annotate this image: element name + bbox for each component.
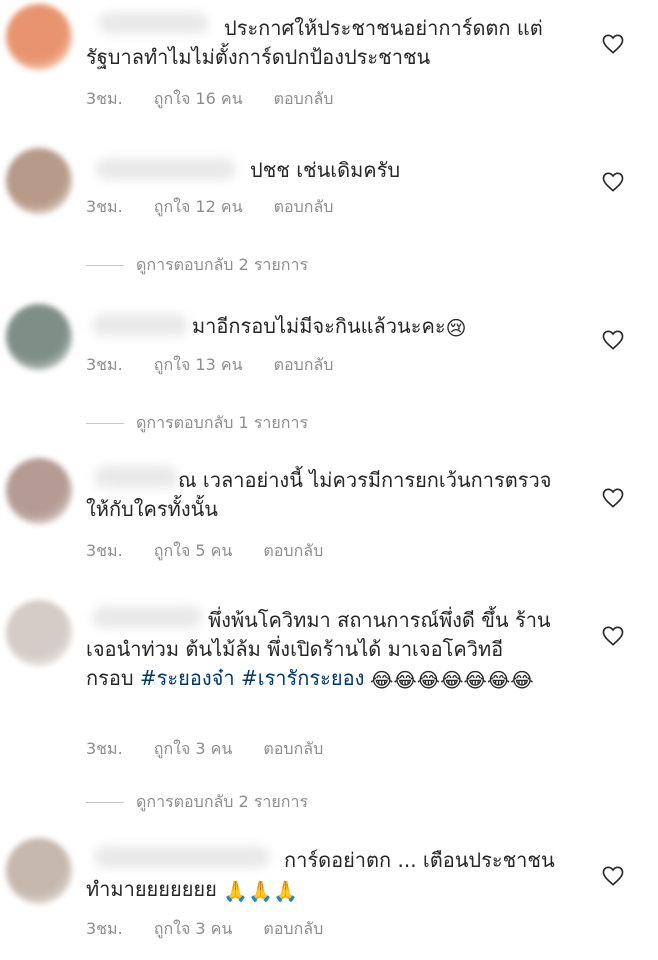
comment-line: การ์ดอย่าตก ... เตือนประชาชน — [284, 848, 555, 872]
avatar[interactable] — [6, 304, 72, 370]
comment-meta: 3ชม. ถูกใจ 3 คน ตอบกลับ — [86, 917, 349, 942]
reply-button[interactable]: ตอบกลับ — [263, 739, 323, 758]
heart-icon[interactable] — [602, 626, 624, 646]
comment-line: เจอนำท่วม ต้นไม้ล้ม พึ่งเปิดร้านได้ มาเจ… — [86, 637, 504, 661]
avatar[interactable] — [6, 148, 72, 214]
comment-line: มาอีกรอบไม่มีจะกินแล้วนะคะ — [192, 314, 446, 338]
hashtag-link[interactable]: #ระยองจ๋า — [140, 666, 235, 690]
view-replies-button[interactable]: ดูการตอบกลับ 2 รายการ — [86, 790, 308, 815]
heart-icon[interactable] — [602, 488, 624, 508]
comment-meta: 3ชม. ถูกใจ 13 คน ตอบกลับ — [86, 353, 359, 378]
divider-line — [86, 423, 124, 424]
comment-time: 3ชม. — [86, 919, 123, 938]
like-count[interactable]: ถูกใจ 12 คน — [154, 197, 243, 216]
praying-hands-emoji: 🙏🙏🙏 — [223, 878, 298, 903]
comment-meta: 3ชม. ถูกใจ 3 คน ตอบกลับ — [86, 737, 349, 762]
comment-line-wrap: ทำมายยยยยยย 🙏🙏🙏 — [86, 875, 586, 904]
comment-text: ณ เวลาอย่างนี้ ไม่ควรมีการยกเว้นการตรวจ … — [86, 466, 586, 524]
view-replies-label: ดูการตอบกลับ 1 รายการ — [136, 413, 309, 432]
comment-time: 3ชม. — [86, 541, 123, 560]
reply-button[interactable]: ตอบกลับ — [263, 919, 323, 938]
heart-icon[interactable] — [602, 172, 624, 192]
view-replies-label: ดูการตอบกลับ 2 รายการ — [136, 792, 309, 811]
comment-text: มาอีกรอบไม่มีจะกินแล้วนะคะ😢 — [86, 312, 586, 341]
reply-button[interactable]: ตอบกลับ — [274, 89, 334, 108]
heart-icon[interactable] — [602, 866, 624, 886]
heart-icon[interactable] — [602, 34, 624, 54]
avatar[interactable] — [6, 838, 72, 904]
reply-button[interactable]: ตอบกลับ — [274, 355, 334, 374]
like-count[interactable]: ถูกใจ 3 คน — [154, 919, 233, 938]
comment-text: ประกาศให้ประชาชนอย่าการ์ดตก แต่ รัฐบาลทำ… — [86, 14, 586, 72]
avatar[interactable] — [6, 600, 72, 666]
view-replies-label: ดูการตอบกลับ 2 รายการ — [136, 255, 309, 274]
heart-icon[interactable] — [602, 330, 624, 350]
crying-emoji: 😢 — [445, 315, 467, 340]
laughing-emojis: 😂😂😂😂😂😂😂 — [370, 668, 534, 692]
avatar[interactable] — [6, 4, 72, 70]
comment-time: 3ชม. — [86, 197, 123, 216]
comment-line: พึ่งพ้นโควิทมา สถานการณ์พึ่งดี ขึ้น ร้าน — [208, 608, 551, 632]
like-count[interactable]: ถูกใจ 16 คน — [154, 89, 243, 108]
comment-line: ณ เวลาอย่างนี้ ไม่ควรมีการยกเว้นการตรวจ — [178, 468, 552, 492]
emoji-block: 😂😂😂😂😂😂😂 — [370, 665, 570, 695]
comment-line: กรอบ — [86, 666, 134, 690]
comment-line: ประกาศให้ประชาชนอย่าการ์ดตก แต่ — [224, 16, 543, 40]
like-count[interactable]: ถูกใจ 5 คน — [154, 541, 233, 560]
hashtag-link[interactable]: #เรารักระยอง — [241, 666, 364, 690]
comment-meta: 3ชม. ถูกใจ 16 คน ตอบกลับ — [86, 87, 359, 112]
reply-button[interactable]: ตอบกลับ — [263, 541, 323, 560]
comment-text: การ์ดอย่าตก ... เตือนประชาชน ทำมายยยยยยย… — [86, 846, 586, 904]
comment-line-wrap: มาอีกรอบไม่มีจะกินแล้วนะคะ😢 — [86, 312, 586, 341]
like-count[interactable]: ถูกใจ 3 คน — [154, 739, 233, 758]
reply-button[interactable]: ตอบกลับ — [274, 197, 334, 216]
comment-line: รัฐบาลทำไมไม่ตั้งการ์ดปกป้องประชาชน — [86, 45, 431, 69]
comment-time: 3ชม. — [86, 355, 123, 374]
avatar[interactable] — [6, 458, 72, 524]
comment-meta: 3ชม. ถูกใจ 12 คน ตอบกลับ — [86, 195, 359, 220]
comment-meta: 3ชม. ถูกใจ 5 คน ตอบกลับ — [86, 539, 349, 564]
divider-line — [86, 265, 124, 266]
view-replies-button[interactable]: ดูการตอบกลับ 1 รายการ — [86, 411, 308, 436]
comment-text: ปชช เช่นเดิมครับ — [86, 156, 586, 185]
comment-line: ทำมายยยยยยย — [86, 877, 217, 901]
comment-line: ให้กับใครทั้งนั้น — [86, 497, 218, 521]
comment-time: 3ชม. — [86, 739, 123, 758]
comment-time: 3ชม. — [86, 89, 123, 108]
comment-line: ปชช เช่นเดิมครับ — [250, 158, 401, 182]
divider-line — [86, 802, 124, 803]
view-replies-button[interactable]: ดูการตอบกลับ 2 รายการ — [86, 253, 308, 278]
like-count[interactable]: ถูกใจ 13 คน — [154, 355, 243, 374]
